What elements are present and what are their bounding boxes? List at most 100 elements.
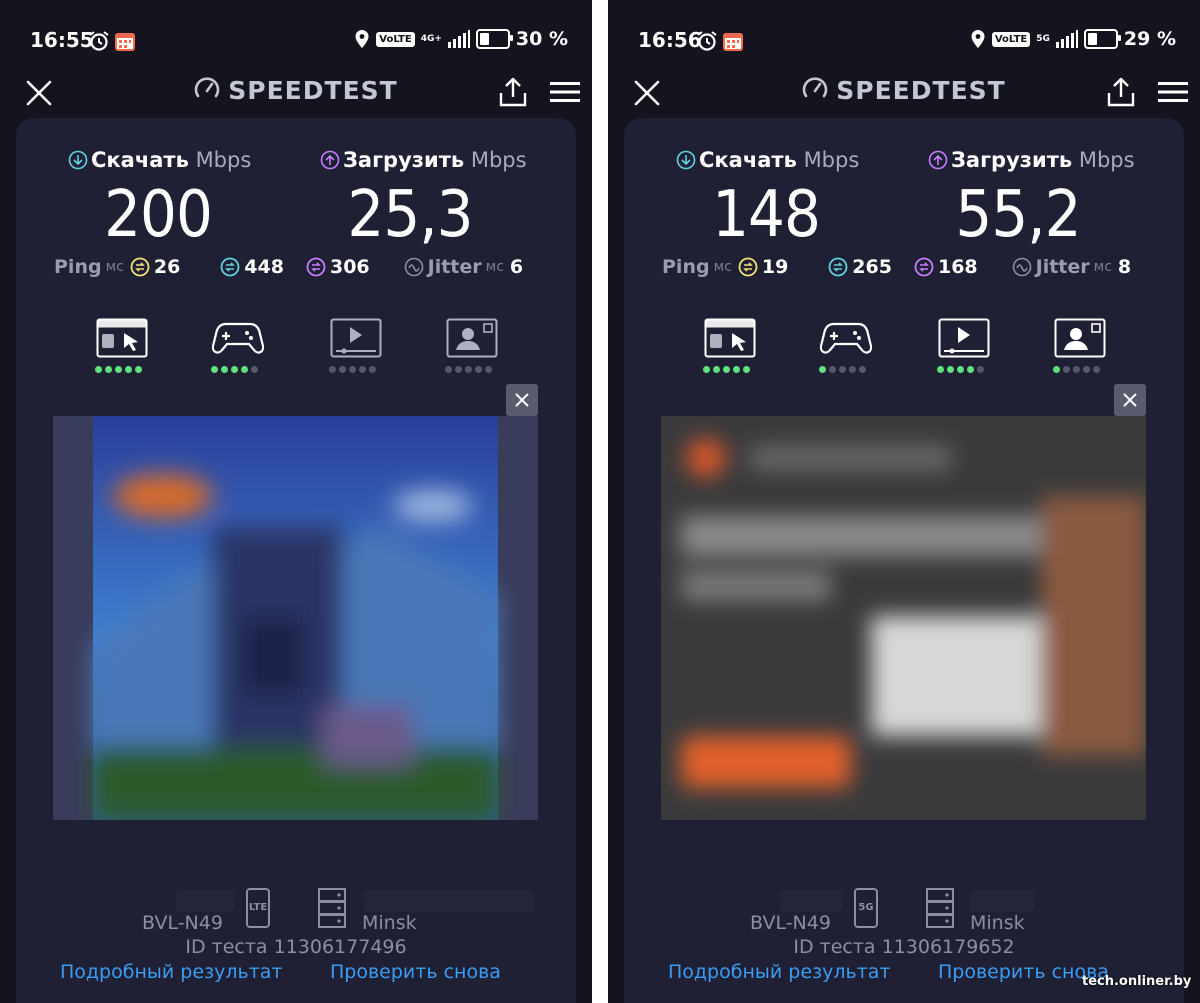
rating-dot <box>485 366 492 373</box>
results-card: Скачать Mbps 148 Загрузить Mbps 55,2 Pin… <box>624 118 1184 1003</box>
ad-close-button[interactable] <box>506 384 538 416</box>
rating-dot <box>475 366 482 373</box>
ping-download-value: 448 <box>244 256 284 278</box>
server-icon <box>318 888 346 928</box>
ping-upload-value: 306 <box>329 256 370 278</box>
rating-dot <box>1053 366 1060 373</box>
rating-dots <box>1053 366 1100 373</box>
server-icon <box>926 888 954 928</box>
screenshot-left: 16:55 VoLTE 4G+ 30 % SPEEDTEST Скачать M… <box>0 0 592 1003</box>
ping-download-value: 265 <box>852 256 892 278</box>
status-time: 16:55 <box>30 28 94 52</box>
calendar-icon <box>115 33 135 51</box>
status-bar: 16:56 VoLTE 5G 29 % <box>608 24 1200 58</box>
test-again-link[interactable]: Проверить снова <box>330 961 501 983</box>
experience-categories <box>64 318 528 378</box>
rating-dots <box>445 366 492 373</box>
location-icon <box>355 30 369 48</box>
category-gaming[interactable] <box>208 318 268 378</box>
blurred-ad-image <box>661 416 1146 820</box>
ping-unit: мс <box>713 259 732 275</box>
jitter-label: Jitter <box>1035 256 1090 278</box>
network-tech-badge: 5G <box>854 888 878 928</box>
ping-upload-value: 168 <box>937 256 978 278</box>
network-type: 5G <box>1036 34 1050 44</box>
ad-banner[interactable] <box>53 416 538 820</box>
rating-dot <box>703 366 710 373</box>
latency-row: Ping мс 26 448 306 Jitter мс 6 <box>54 254 546 280</box>
ad-banner[interactable] <box>661 416 1146 820</box>
jitter-icon <box>404 257 423 277</box>
rating-dot <box>349 366 356 373</box>
battery-level <box>479 33 489 45</box>
category-web-browsing[interactable] <box>92 318 152 378</box>
rating-dot <box>95 366 102 373</box>
menu-icon[interactable] <box>1158 80 1188 104</box>
rating-dot <box>1083 366 1090 373</box>
rating-dots <box>819 366 866 373</box>
upload-metric: Загрузить Mbps 55,2 <box>928 148 1188 251</box>
download-label: Скачать <box>699 148 797 172</box>
ping-idle-value: 26 <box>153 256 181 278</box>
location-icon <box>971 30 985 48</box>
app-bar: SPEEDTEST <box>0 70 592 114</box>
alarm-icon <box>697 31 717 51</box>
detailed-result-link[interactable]: Подробный результат <box>60 961 282 983</box>
rating-dot <box>339 366 346 373</box>
jitter-icon <box>1012 257 1031 277</box>
detailed-result-link[interactable]: Подробный результат <box>668 961 890 983</box>
rating-dot <box>859 366 866 373</box>
rating-dot <box>733 366 740 373</box>
redacted-text <box>970 890 1034 912</box>
upload-unit: Mbps <box>1078 148 1135 172</box>
rating-dot <box>937 366 944 373</box>
watermark: tech.onliner.by <box>1082 974 1192 989</box>
download-latency-icon <box>220 257 240 277</box>
upload-value: 55,2 <box>955 176 1081 252</box>
download-label: Скачать <box>91 148 189 172</box>
rating-dot <box>743 366 750 373</box>
rating-dot <box>465 366 472 373</box>
rating-dot <box>819 366 826 373</box>
video-streaming-icon <box>938 318 990 358</box>
download-value: 200 <box>104 176 213 252</box>
rating-dots <box>95 366 142 373</box>
gaming-icon <box>820 322 872 354</box>
latency-row: Ping мс 19 265 168 Jitter мс 8 <box>662 254 1154 280</box>
device-model: BVL-N49 <box>142 912 223 934</box>
category-gaming[interactable] <box>816 318 876 378</box>
category-video-call[interactable] <box>442 318 502 378</box>
blurred-ad-image <box>53 416 538 820</box>
rating-dot <box>231 366 238 373</box>
category-video-streaming[interactable] <box>934 318 994 378</box>
results-card: Скачать Mbps 200 Загрузить Mbps 25,3 Pin… <box>16 118 576 1003</box>
idle-latency-icon <box>738 257 758 277</box>
battery-icon <box>1083 29 1121 49</box>
ping-label: Ping <box>54 256 102 278</box>
upload-label: Загрузить <box>343 148 465 172</box>
share-icon[interactable] <box>1106 76 1136 108</box>
app-title: SPEEDTEST <box>228 76 398 105</box>
upload-label: Загрузить <box>951 148 1073 172</box>
category-video-streaming[interactable] <box>326 318 386 378</box>
share-icon[interactable] <box>498 76 528 108</box>
volte-badge: VoLTE <box>376 31 415 47</box>
upload-metric: Загрузить Mbps 25,3 <box>320 148 580 251</box>
video-call-icon <box>446 318 498 358</box>
rating-dot <box>105 366 112 373</box>
download-arrow-icon <box>676 150 696 170</box>
category-video-call[interactable] <box>1050 318 1110 378</box>
signal-icon <box>1055 30 1078 48</box>
jitter-value: 6 <box>509 256 524 278</box>
ad-close-button[interactable] <box>1114 384 1146 416</box>
menu-icon[interactable] <box>550 80 580 104</box>
jitter-label: Jitter <box>427 256 482 278</box>
download-metric: Скачать Mbps 200 <box>68 148 328 251</box>
rating-dot <box>359 366 366 373</box>
upload-latency-icon <box>914 257 934 277</box>
rating-dots <box>937 366 984 373</box>
category-web-browsing[interactable] <box>700 318 760 378</box>
jitter-unit: мс <box>485 259 504 275</box>
ping-idle-value: 19 <box>761 256 789 278</box>
rating-dot <box>125 366 132 373</box>
